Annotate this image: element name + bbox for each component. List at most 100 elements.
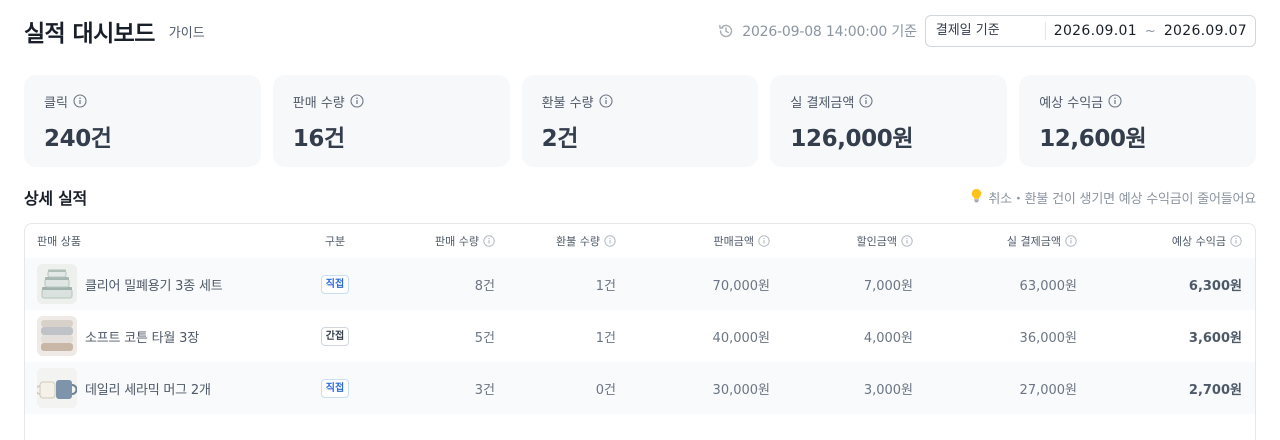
card-label: 실 결제금액	[790, 93, 987, 111]
col-label: 환불 수량	[556, 235, 600, 248]
info-icon[interactable]	[1230, 235, 1242, 247]
lightbulb-icon	[970, 188, 983, 207]
col-label: 예상 수익금	[1171, 235, 1226, 248]
cell-net-payment: 63,000원	[1019, 278, 1077, 294]
info-icon[interactable]	[758, 235, 770, 247]
info-icon[interactable]	[859, 94, 873, 108]
detail-section-header: 상세 실적 취소・환불 건이 생기면 예상 수익금이 줄어들어요	[24, 185, 1256, 209]
cell-refund: 0건	[595, 382, 616, 398]
table-header: 판매 상품 구분 판매 수량 환불 수량 판매금액 할인금액 실 결제금액 예상…	[25, 224, 1255, 258]
cell-expected-revenue: 2,700원	[1188, 382, 1242, 398]
date-separator: ~	[1144, 23, 1156, 39]
col-product: 판매 상품	[25, 233, 305, 249]
table-row[interactable]: 소프트 코튼 타월 3장 간접 5건 1건 40,000원 4,000원 36,…	[25, 310, 1255, 362]
type-badge: 직접	[320, 378, 350, 398]
updated-text: 2026-09-08 14:00:00 기준	[742, 24, 917, 40]
product-thumbnail	[37, 368, 77, 408]
cell-amount: 30,000원	[712, 382, 770, 398]
summary-card-refunds: 환불 수량 2건	[521, 75, 759, 167]
col-amount: 판매금액	[616, 233, 770, 249]
col-label: 판매 상품	[37, 235, 81, 248]
history-icon	[719, 24, 733, 38]
cell-type: 직접	[305, 378, 365, 398]
cell-refund: 1건	[595, 278, 616, 294]
card-value: 12,600원	[1039, 126, 1147, 152]
guide-link[interactable]: 가이드	[169, 22, 205, 41]
cell-net-payment: 36,000원	[1019, 330, 1077, 346]
info-icon[interactable]	[901, 235, 913, 247]
col-label: 판매금액	[713, 235, 754, 248]
date-start[interactable]: 2026.09.01	[1046, 23, 1145, 39]
info-icon[interactable]	[350, 94, 364, 108]
info-icon[interactable]	[73, 94, 87, 108]
summary-card-sales: 판매 수량 16건	[272, 75, 510, 167]
col-qty: 판매 수량	[365, 233, 495, 249]
cell-product: 클리어 밀폐용기 3종 세트	[25, 264, 305, 304]
col-discount: 할인금액	[770, 233, 913, 249]
summary-card-clicks: 클릭 240건	[24, 75, 261, 167]
product-thumbnail	[37, 264, 77, 304]
col-label: 실 결제금액	[1006, 235, 1061, 248]
detail-table: 판매 상품 구분 판매 수량 환불 수량 판매금액 할인금액 실 결제금액 예상…	[24, 223, 1256, 440]
card-label: 환불 수량	[541, 93, 739, 111]
date-filter: 결제일 기준 2026.09.01 ~ 2026.09.07	[924, 15, 1256, 47]
summary-card-net-payment: 실 결제금액 126,000원	[770, 75, 1008, 167]
product-name[interactable]: 소프트 코튼 타월 3장	[85, 327, 199, 346]
card-label-text: 클릭	[44, 95, 68, 111]
table-row[interactable]: 데일리 세라믹 머그 2개 직접 3건 0건 30,000원 3,000원 27…	[25, 362, 1255, 414]
cell-discount: 4,000원	[863, 330, 913, 346]
type-badge: 직접	[320, 274, 350, 294]
summary-card-expected-revenue: 예상 수익금 12,600원	[1019, 75, 1256, 167]
date-type-select[interactable]: 결제일 기준	[926, 22, 1046, 40]
col-label: 판매 수량	[435, 235, 479, 248]
card-label-text: 예상 수익금	[1039, 95, 1104, 111]
section-title: 상세 실적	[24, 189, 87, 208]
card-label-text: 판매 수량	[292, 95, 345, 111]
cell-type: 간접	[305, 326, 365, 346]
table-row[interactable]: 클리어 밀폐용기 3종 세트 직접 8건 1건 70,000원 7,000원 6…	[25, 258, 1255, 310]
col-net-payment: 실 결제금액	[913, 233, 1077, 249]
page-header: 실적 대시보드 가이드 2026-09-08 14:00:00 기준 결제일 기…	[24, 14, 1256, 48]
header-right: 2026-09-08 14:00:00 기준 결제일 기준 2026.09.01…	[718, 15, 1256, 47]
tip-text: 취소・환불 건이 생기면 예상 수익금이 줄어들어요	[988, 191, 1256, 207]
card-label-text: 실 결제금액	[790, 95, 855, 111]
col-label: 구분	[324, 235, 346, 248]
product-thumbnail	[37, 316, 77, 356]
info-icon[interactable]	[604, 235, 616, 247]
info-icon[interactable]	[599, 94, 613, 108]
card-label: 클릭	[44, 93, 241, 111]
updated-timestamp: 2026-09-08 14:00:00 기준	[718, 21, 917, 41]
col-expected-revenue: 예상 수익금	[1077, 233, 1242, 249]
page-title: 실적 대시보드	[24, 21, 155, 47]
product-name[interactable]: 클리어 밀폐용기 3종 세트	[85, 275, 223, 294]
cell-qty: 5건	[474, 330, 495, 346]
info-icon[interactable]	[483, 235, 495, 247]
cell-product: 소프트 코튼 타월 3장	[25, 316, 305, 356]
date-end[interactable]: 2026.09.07	[1156, 23, 1255, 39]
summary-cards: 클릭 240건 판매 수량 16건 환불 수량 2건 실 결제금액 126,00…	[24, 75, 1256, 167]
col-type: 구분	[305, 233, 365, 249]
info-icon[interactable]	[1108, 94, 1122, 108]
type-badge: 간접	[320, 326, 350, 346]
cell-qty: 8건	[474, 278, 495, 294]
card-label-text: 환불 수량	[541, 95, 594, 111]
cell-type: 직접	[305, 274, 365, 294]
cell-amount: 40,000원	[712, 330, 770, 346]
col-label: 할인금액	[856, 235, 897, 248]
product-name[interactable]: 데일리 세라믹 머그 2개	[85, 379, 211, 398]
cell-discount: 7,000원	[863, 278, 913, 294]
cell-product: 데일리 세라믹 머그 2개	[25, 368, 305, 408]
card-value: 126,000원	[790, 126, 914, 152]
cell-qty: 3건	[474, 382, 495, 398]
refund-tip: 취소・환불 건이 생기면 예상 수익금이 줄어들어요	[970, 188, 1256, 207]
info-icon[interactable]	[1065, 235, 1077, 247]
cell-refund: 1건	[595, 330, 616, 346]
cell-expected-revenue: 3,600원	[1188, 330, 1242, 346]
card-value: 240건	[44, 126, 112, 152]
card-label: 판매 수량	[292, 93, 490, 111]
cell-net-payment: 27,000원	[1019, 382, 1077, 398]
card-label: 예상 수익금	[1039, 93, 1236, 111]
cell-discount: 3,000원	[863, 382, 913, 398]
col-refund: 환불 수량	[495, 233, 616, 249]
cell-amount: 70,000원	[712, 278, 770, 294]
